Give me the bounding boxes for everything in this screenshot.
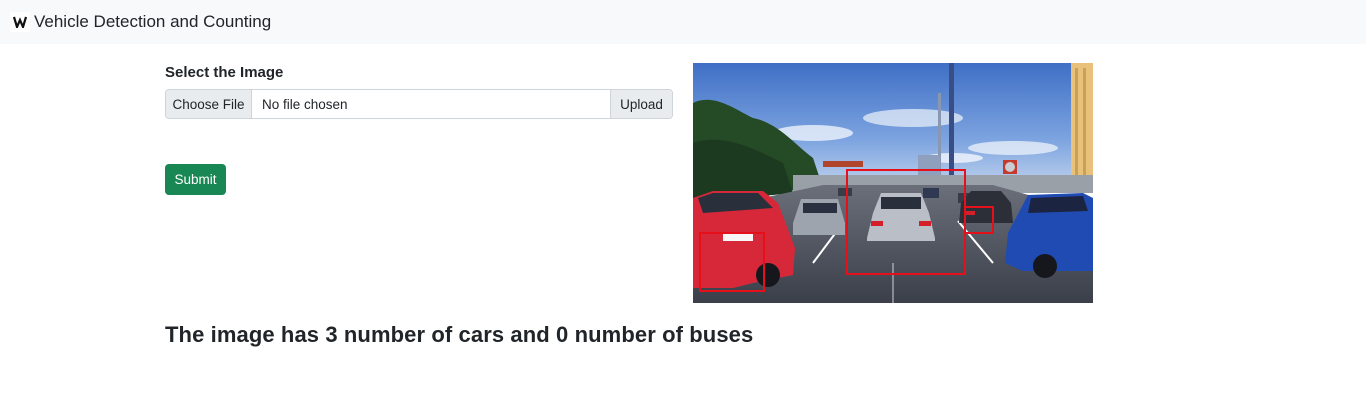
w-logo-icon — [10, 12, 30, 32]
brand-title: Vehicle Detection and Counting — [34, 12, 272, 31]
navbar-brand[interactable]: Vehicle Detection and Counting — [10, 8, 271, 36]
file-name-display[interactable]: No file chosen — [252, 90, 610, 118]
file-input-group: Choose File No file chosen Upload — [165, 89, 673, 119]
choose-file-button[interactable]: Choose File — [166, 90, 252, 118]
upload-button[interactable]: Upload — [610, 90, 672, 118]
image-field-label: Select the Image — [165, 64, 284, 81]
submit-button[interactable]: Submit — [165, 164, 226, 195]
detection-result-image — [693, 63, 1093, 303]
detection-result-text: The image has 3 number of cars and 0 num… — [165, 322, 754, 347]
navbar: Vehicle Detection and Counting — [0, 0, 1366, 44]
